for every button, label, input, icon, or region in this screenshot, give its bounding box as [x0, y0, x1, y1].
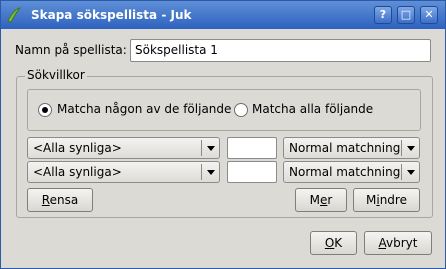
field-combo-1[interactable]: <Alla synliga>: [27, 137, 220, 159]
juk-app-icon: [7, 7, 22, 23]
window-title: Skapa sökspellista - Juk: [31, 8, 192, 22]
help-button[interactable]: ?: [374, 6, 392, 24]
field-combo-2-value: <Alla synliga>: [33, 165, 122, 179]
chevron-down-icon: [207, 146, 215, 151]
clear-button[interactable]: Rensa: [27, 188, 93, 212]
field-combo-2[interactable]: <Alla synliga>: [27, 161, 220, 183]
maximize-button[interactable]: □: [397, 6, 415, 24]
playlist-name-input[interactable]: Sökspellista 1: [130, 39, 431, 62]
value-input-1[interactable]: [227, 137, 277, 159]
value-input-2[interactable]: [227, 161, 277, 183]
mode-combo-1-value: Normal matchning: [289, 141, 401, 155]
playlist-name-label: Namn på spellista:: [15, 43, 127, 57]
match-all-radio[interactable]: [234, 103, 248, 117]
mode-combo-1[interactable]: Normal matchning: [283, 137, 420, 159]
chevron-down-icon: [407, 146, 415, 151]
chevron-down-icon: [207, 170, 215, 175]
mode-combo-2[interactable]: Normal matchning: [283, 161, 420, 183]
dialog-window: Skapa sökspellista - Juk ? □ ✕ Namn på s…: [0, 0, 446, 269]
field-combo-1-value: <Alla synliga>: [33, 141, 122, 155]
search-criteria-title: Sökvillkor: [25, 68, 87, 82]
match-any-radio[interactable]: [38, 103, 52, 117]
match-all-label[interactable]: Matcha alla följande: [252, 102, 373, 116]
fewer-button[interactable]: Mindre: [353, 188, 420, 212]
more-button[interactable]: Mer: [295, 188, 347, 212]
ok-button[interactable]: OK: [310, 231, 357, 255]
title-bar[interactable]: Skapa sökspellista - Juk ? □ ✕: [1, 1, 445, 29]
chevron-down-icon: [407, 170, 415, 175]
match-any-label[interactable]: Matcha någon av de följande: [57, 102, 231, 116]
mode-combo-2-value: Normal matchning: [289, 165, 401, 179]
cancel-button[interactable]: Avbryt: [364, 231, 432, 255]
close-button[interactable]: ✕: [420, 6, 438, 24]
